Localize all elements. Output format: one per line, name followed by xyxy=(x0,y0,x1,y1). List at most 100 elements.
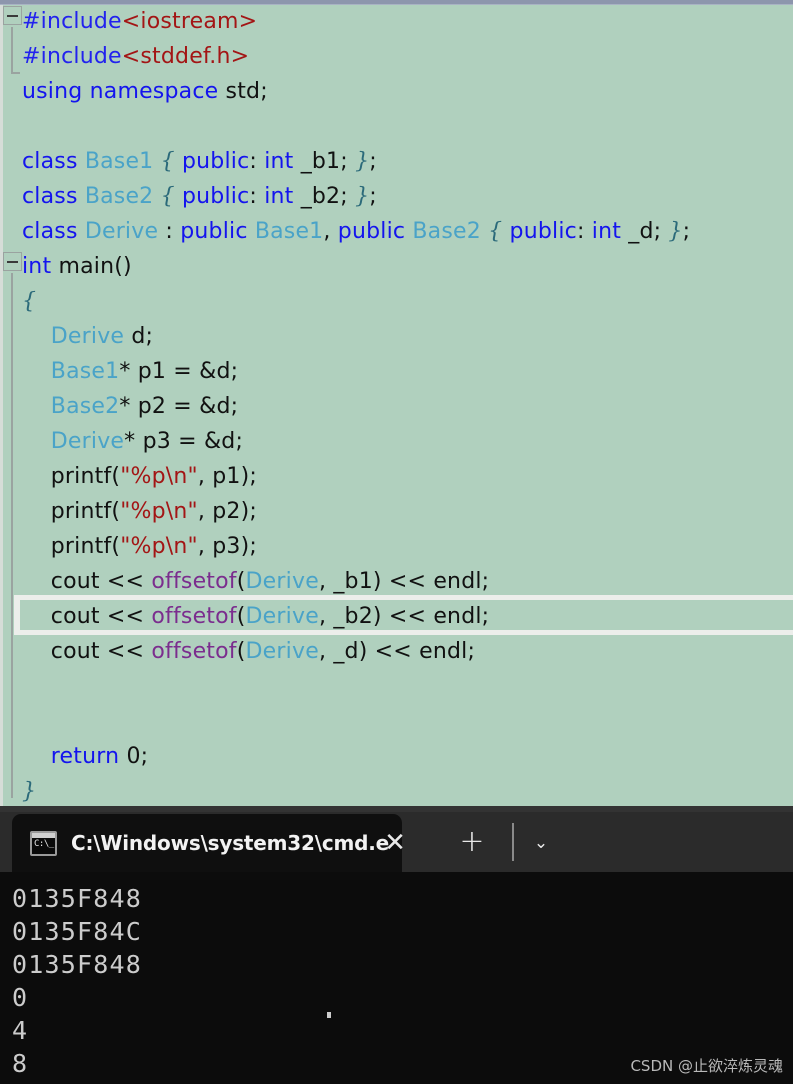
code-token xyxy=(22,429,51,454)
code-token: class xyxy=(22,149,85,174)
code-token xyxy=(22,394,51,419)
code-line[interactable]: return 0; xyxy=(22,739,148,774)
code-token: main() xyxy=(58,254,131,279)
close-icon[interactable]: ✕ xyxy=(378,826,412,860)
code-line[interactable]: Derive* p3 = &d; xyxy=(22,424,243,459)
code-token xyxy=(22,324,51,349)
code-line[interactable]: cout << offsetof(Derive, _b2) << endl; xyxy=(22,599,489,634)
code-token: printf( xyxy=(22,499,120,524)
code-token: Derive xyxy=(85,219,166,244)
code-token: Base2 xyxy=(85,184,161,209)
code-token: } xyxy=(355,184,369,209)
code-token: ( xyxy=(237,604,246,629)
code-token: "%p\n" xyxy=(120,534,198,559)
code-token: offsetof xyxy=(151,569,236,594)
editor-left-margin-strip xyxy=(0,5,3,806)
code-token: { xyxy=(22,289,36,314)
code-token: std; xyxy=(226,79,268,104)
code-token: printf( xyxy=(22,464,120,489)
terminal-output-area[interactable]: 0135F8480135F84C0135F848048 xyxy=(0,872,793,1084)
code-token: , p2); xyxy=(198,499,257,524)
terminal-tab-title: C:\Windows\system32\cmd.e xyxy=(71,831,402,855)
code-line[interactable]: #include<iostream> xyxy=(22,4,257,39)
code-token: Derive xyxy=(246,639,319,664)
code-token: _b1; xyxy=(301,149,355,174)
code-token: public xyxy=(510,219,577,244)
terminal-output-line: 0135F84C xyxy=(12,915,793,948)
code-line[interactable]: cout << offsetof(Derive, _b1) << endl; xyxy=(22,564,489,599)
code-line[interactable]: } xyxy=(22,774,36,806)
fold-toggle-includes[interactable] xyxy=(3,6,22,25)
chevron-down-icon[interactable]: ⌄ xyxy=(524,826,558,860)
code-token: int xyxy=(22,254,58,279)
code-token: : xyxy=(249,149,264,174)
code-token: : xyxy=(165,219,180,244)
code-token xyxy=(175,149,182,174)
code-token: , _b2) << endl; xyxy=(319,604,489,629)
code-token: Base1 xyxy=(255,219,324,244)
terminal-output-line: 0135F848 xyxy=(12,882,793,915)
code-line[interactable]: Derive d; xyxy=(22,319,153,354)
code-line[interactable]: Base1* p1 = &d; xyxy=(22,354,238,389)
cmd-console-icon: C:\_ xyxy=(30,831,57,856)
code-line[interactable]: class Derive : public Base1, public Base… xyxy=(22,214,690,249)
code-token: cout << xyxy=(22,639,151,664)
code-token: { xyxy=(161,184,175,209)
code-token: ; xyxy=(369,184,377,209)
code-line[interactable]: printf("%p\n", p2); xyxy=(22,494,257,529)
code-token: offsetof xyxy=(151,639,236,664)
fold-toggle-main[interactable] xyxy=(3,252,22,271)
fold-guide-foot-includes xyxy=(11,72,20,74)
fold-guide-main xyxy=(11,273,13,798)
code-token: class xyxy=(22,184,85,209)
code-line[interactable]: using namespace std; xyxy=(22,74,268,109)
code-token: public xyxy=(338,219,413,244)
code-token: "%p\n" xyxy=(120,499,198,524)
code-line[interactable]: Base2* p2 = &d; xyxy=(22,389,238,424)
code-token: Derive xyxy=(51,429,124,454)
terminal-output-line: 0135F848 xyxy=(12,948,793,981)
terminal-cursor xyxy=(327,1012,331,1018)
terminal-tab-bar: C:\_ C:\Windows\system32\cmd.e ✕ + ⌄ xyxy=(0,806,793,872)
tab-bar-top-padding xyxy=(0,806,793,812)
code-token: using namespace xyxy=(22,79,226,104)
cmd-icon-prompt-text: C:\_ xyxy=(34,839,54,850)
code-token: * p2 = &d; xyxy=(119,394,238,419)
code-token: int xyxy=(592,219,628,244)
code-line[interactable]: printf("%p\n", p1); xyxy=(22,459,257,494)
code-line[interactable]: class Base1 { public: int _b1; }; xyxy=(22,144,377,179)
code-token: , _d) << endl; xyxy=(319,639,475,664)
code-line[interactable]: int main() xyxy=(22,249,132,284)
code-token: ; xyxy=(683,219,691,244)
code-token: : xyxy=(249,184,264,209)
code-editor-pane[interactable]: #include<iostream>#include<stddef.h>usin… xyxy=(0,0,793,806)
code-token: , p1); xyxy=(198,464,257,489)
terminal-window[interactable]: C:\_ C:\Windows\system32\cmd.e ✕ + ⌄ 013… xyxy=(0,806,793,1084)
terminal-tab-cmd[interactable]: C:\_ C:\Windows\system32\cmd.e xyxy=(12,814,402,872)
code-token: ; xyxy=(369,149,377,174)
code-token: * p1 = &d; xyxy=(119,359,238,384)
code-line[interactable]: class Base2 { public: int _b2; }; xyxy=(22,179,377,214)
screenshot-root: #include<iostream>#include<stddef.h>usin… xyxy=(0,0,793,1084)
code-token: Base1 xyxy=(85,149,161,174)
code-token: } xyxy=(355,149,369,174)
code-token: printf( xyxy=(22,534,120,559)
code-token: "%p\n" xyxy=(120,464,198,489)
code-token: } xyxy=(668,219,682,244)
code-token: return xyxy=(51,744,127,769)
code-token: } xyxy=(22,779,36,804)
terminal-output-line: 4 xyxy=(12,1014,793,1047)
code-line[interactable]: cout << offsetof(Derive, _d) << endl; xyxy=(22,634,475,669)
code-line[interactable]: { xyxy=(22,284,36,319)
code-line[interactable]: #include<stddef.h> xyxy=(22,39,249,74)
code-token: 0; xyxy=(126,744,148,769)
code-token: * p3 = &d; xyxy=(124,429,243,454)
code-line[interactable]: printf("%p\n", p3); xyxy=(22,529,257,564)
code-token: Derive xyxy=(51,324,132,349)
code-token: _b2; xyxy=(301,184,355,209)
new-tab-icon[interactable]: + xyxy=(455,826,489,860)
code-token: Derive xyxy=(246,604,319,629)
tab-bar-divider xyxy=(512,823,514,861)
code-token: { xyxy=(488,219,502,244)
code-token: d; xyxy=(131,324,153,349)
